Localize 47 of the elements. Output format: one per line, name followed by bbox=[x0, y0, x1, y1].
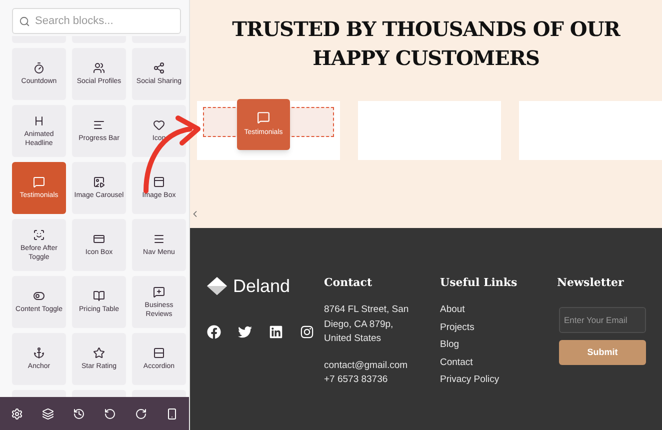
logo-icon bbox=[207, 277, 227, 295]
instagram-icon[interactable] bbox=[300, 325, 314, 339]
footer-link[interactable]: Contact bbox=[440, 356, 473, 370]
brand-name: Deland bbox=[233, 276, 290, 296]
footer-link[interactable]: About bbox=[440, 303, 465, 318]
footer-link[interactable]: Blog bbox=[440, 338, 460, 352]
phone-icon[interactable] bbox=[166, 408, 178, 420]
icon-box-icon bbox=[93, 233, 105, 245]
phone-text: +7 6573 83736 bbox=[324, 373, 389, 387]
search-icon bbox=[19, 16, 30, 26]
history-icon[interactable] bbox=[73, 408, 86, 420]
column-heading: Newsletter bbox=[557, 276, 625, 290]
address-text: 8764 FL Street, San Diego, CA 879p, United States bbox=[324, 303, 410, 346]
footer-link[interactable]: Privacy Policy bbox=[440, 373, 500, 388]
layers-icon[interactable] bbox=[42, 408, 54, 420]
speech-bubble-icon bbox=[257, 110, 270, 124]
column-heading: Contact bbox=[324, 276, 374, 290]
toggle-icon bbox=[33, 290, 45, 302]
twitter-icon[interactable] bbox=[238, 325, 252, 339]
review-icon bbox=[153, 286, 165, 298]
menu-icon bbox=[153, 233, 165, 245]
compare-icon bbox=[33, 228, 45, 240]
undo-icon[interactable] bbox=[104, 408, 116, 420]
settings-icon[interactable] bbox=[11, 408, 24, 420]
bars-icon bbox=[93, 119, 105, 131]
redo-icon[interactable] bbox=[134, 408, 147, 420]
search-input[interactable]: Search blocks... bbox=[35, 12, 174, 30]
column-heading: Useful Links bbox=[440, 276, 518, 290]
accordion-icon bbox=[153, 347, 165, 359]
share-icon bbox=[153, 62, 165, 74]
heart-icon bbox=[153, 119, 165, 131]
email-field[interactable]: Enter Your Email bbox=[559, 307, 646, 333]
stopwatch-icon bbox=[33, 62, 45, 74]
facebook-icon[interactable] bbox=[207, 325, 221, 339]
footer-link[interactable]: Projects bbox=[440, 320, 474, 335]
linkedin-icon[interactable] bbox=[269, 325, 283, 339]
search-field[interactable]: Search blocks... bbox=[12, 8, 181, 34]
speech-bubble-icon bbox=[33, 176, 45, 188]
section-heading: TRUSTED BY THOUSANDS OF OUR HAPPY CUSTOMERS bbox=[231, 16, 622, 72]
star-icon bbox=[93, 347, 105, 359]
image-icon bbox=[93, 176, 105, 188]
table-icon bbox=[93, 290, 105, 302]
image-box-icon bbox=[153, 176, 165, 188]
people-icon bbox=[93, 62, 105, 74]
anchor-icon bbox=[33, 347, 45, 359]
email-text: contact@gmail.com bbox=[324, 358, 409, 372]
heading-icon bbox=[33, 114, 45, 126]
